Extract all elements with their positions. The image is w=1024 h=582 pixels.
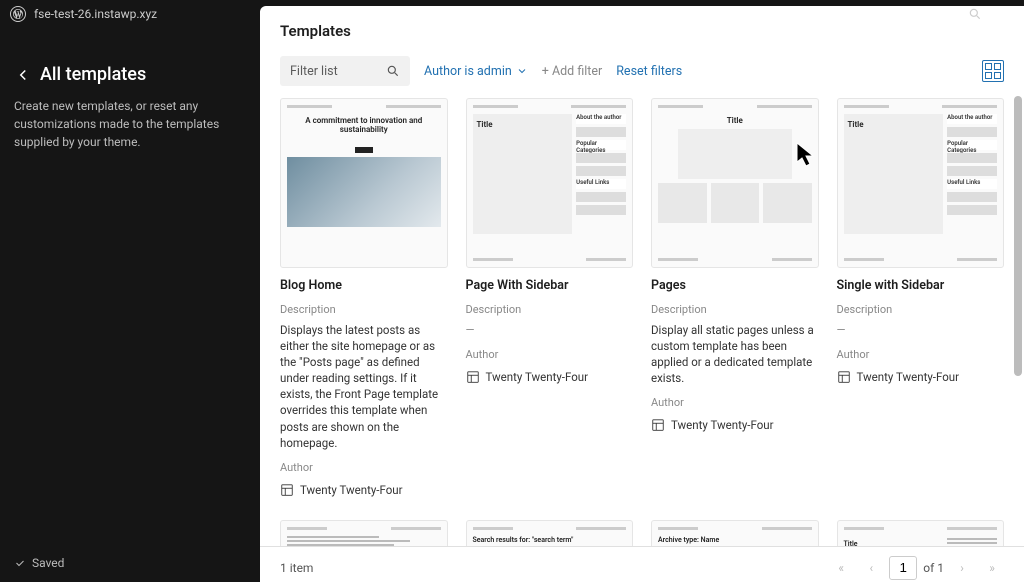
theme-icon xyxy=(280,483,294,497)
sidebar-description: Create new templates, or reset any custo… xyxy=(14,97,246,151)
page-next-button[interactable]: › xyxy=(950,556,974,580)
wordpress-logo-icon[interactable] xyxy=(10,6,26,22)
page-current-input[interactable] xyxy=(889,556,917,580)
sidebar-title: All templates xyxy=(40,64,146,85)
search-icon[interactable] xyxy=(968,7,982,21)
author-label: Author xyxy=(837,348,1005,361)
description-label: Description xyxy=(651,303,819,316)
template-thumbnail[interactable]: Title xyxy=(651,98,819,268)
page-prev-button[interactable]: ‹ xyxy=(859,556,883,580)
site-name[interactable]: fse-test-26.instawp.xyz xyxy=(34,7,157,21)
sidebar-panel: All templates Create new templates, or r… xyxy=(0,0,260,582)
filter-search-input[interactable]: Filter list xyxy=(280,56,410,86)
main-panel: Templates Filter list Author is admin + … xyxy=(260,6,1024,582)
template-thumbnail[interactable]: TitleAbout the authorPopular CategoriesU… xyxy=(837,98,1005,268)
page-first-button[interactable]: « xyxy=(829,556,853,580)
author-row: Twenty Twenty-Four xyxy=(466,369,634,385)
page-last-button[interactable]: » xyxy=(980,556,1004,580)
template-card[interactable]: A commitment to innovation and sustainab… xyxy=(280,98,448,498)
description-label: Description xyxy=(837,303,1005,316)
add-filter-button[interactable]: + Add filter xyxy=(542,64,602,79)
author-row: Twenty Twenty-Four xyxy=(651,417,819,433)
template-thumbnail[interactable]: Title xyxy=(837,520,1005,546)
reset-filters-button[interactable]: Reset filters xyxy=(616,64,682,79)
author-label: Author xyxy=(651,396,819,409)
template-name: Single with Sidebar xyxy=(837,278,1005,293)
item-count: 1 item xyxy=(280,561,313,575)
template-card[interactable]: Title Pages Description Display all static … xyxy=(651,98,819,498)
template-name: Page With Sidebar xyxy=(466,278,634,293)
template-thumbnail[interactable]: Archive type: Name xyxy=(651,520,819,546)
filter-bar: Filter list Author is admin + Add filter… xyxy=(280,56,1004,86)
template-thumbnail[interactable]: TitleAbout the authorPopular CategoriesU… xyxy=(466,98,634,268)
magnify-icon xyxy=(386,64,400,78)
scrollbar[interactable] xyxy=(1014,96,1022,376)
author-label: Author xyxy=(466,348,634,361)
template-name: Blog Home xyxy=(280,278,448,293)
description-label: Description xyxy=(280,303,448,316)
template-thumbnail[interactable]: A commitment to innovation and sustainab… xyxy=(280,98,448,268)
theme-icon xyxy=(651,418,665,432)
theme-icon xyxy=(466,370,480,384)
pagination: « ‹ of 1 › » xyxy=(829,556,1004,580)
description-label: Description xyxy=(466,303,634,316)
template-name: Pages xyxy=(651,278,819,293)
author-row: Twenty Twenty-Four xyxy=(280,482,448,498)
author-filter-chip[interactable]: Author is admin xyxy=(424,64,528,79)
description-value: Displays the latest posts as either the … xyxy=(280,322,448,451)
back-chevron-icon[interactable] xyxy=(14,66,32,84)
page-of-label: of 1 xyxy=(923,561,944,575)
template-thumbnail[interactable]: Search results for: "search term" xyxy=(466,520,634,546)
description-value: Display all static pages unless a custom… xyxy=(651,322,819,386)
template-card[interactable]: TitleAbout the authorPopular CategoriesU… xyxy=(837,98,1005,498)
template-thumbnail[interactable] xyxy=(280,520,448,546)
author-row: Twenty Twenty-Four xyxy=(837,369,1005,385)
theme-icon xyxy=(837,370,851,384)
description-value: — xyxy=(466,322,634,338)
template-card[interactable]: TitleAbout the authorPopular CategoriesU… xyxy=(466,98,634,498)
panel-footer: 1 item « ‹ of 1 › » xyxy=(260,546,1024,582)
description-value: — xyxy=(837,322,1005,338)
saved-status: Saved xyxy=(14,556,64,570)
author-label: Author xyxy=(280,461,448,474)
grid-view-toggle[interactable] xyxy=(982,60,1004,82)
